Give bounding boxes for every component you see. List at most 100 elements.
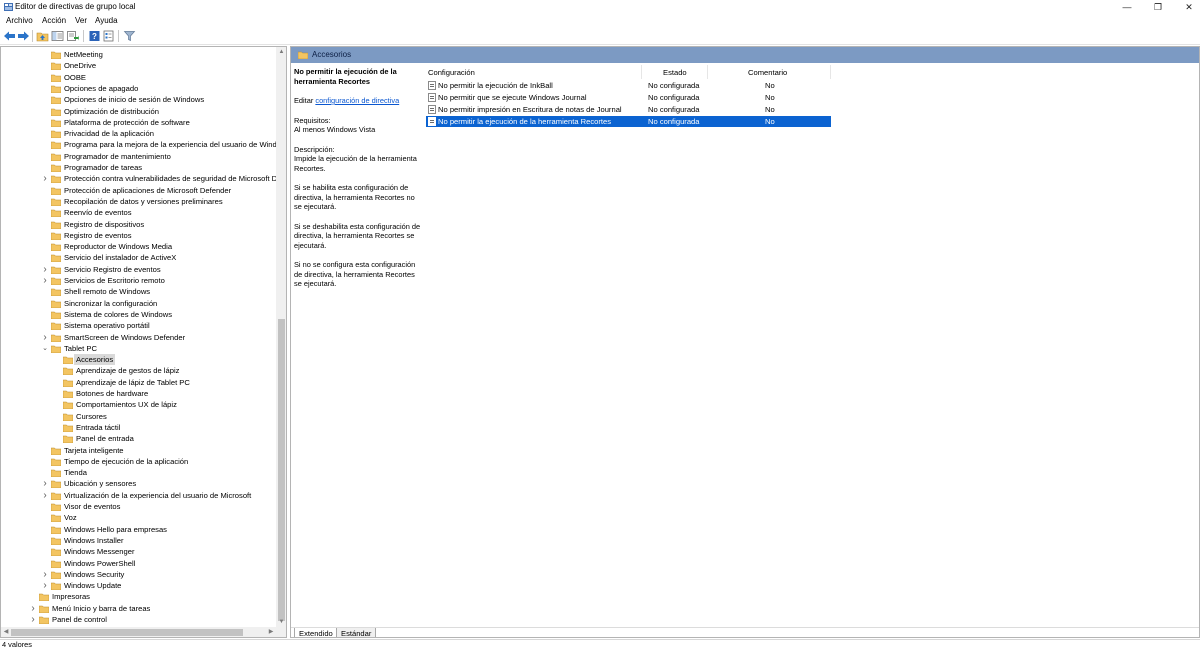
tree-pane[interactable]: NetMeeting OneDrive OOBE Opciones de apagad… [0,46,287,638]
policy-row[interactable]: No permitir impresión en Escritura de no… [426,104,831,115]
tree-item[interactable]: Programador de tareas [51,162,276,173]
tree-item[interactable]: Protección de aplicaciones de Microsoft … [51,185,276,196]
back-arrow-icon[interactable] [3,30,16,42]
column-header-comentario[interactable]: Comentario [748,67,787,78]
chevron-right-icon[interactable]: › [41,264,49,275]
filter-icon[interactable] [123,30,136,42]
menu-ayuda[interactable]: Ayuda [95,15,118,26]
tree-item[interactable]: Voz [51,512,276,523]
tree-item[interactable]: Windows Hello para empresas [51,524,276,535]
tree-item[interactable]: ⌄ Tablet PC [42,343,276,354]
column-divider[interactable] [830,65,831,79]
chevron-right-icon[interactable]: › [41,275,49,286]
folder-up-icon[interactable] [36,30,49,42]
scroll-down-arrow-icon[interactable]: ▼ [276,617,286,627]
tree-item[interactable]: › Menú Inicio y barra de tareas [31,603,276,614]
tree-item[interactable]: Visor de eventos [51,501,276,512]
chevron-right-icon[interactable]: › [41,173,49,184]
tree-item[interactable]: Opciones de apagado [51,83,276,94]
close-button[interactable]: ✕ [1172,0,1200,14]
chevron-right-icon[interactable]: › [41,490,49,501]
tree-item[interactable]: › Windows Update [43,580,276,591]
tree-item[interactable]: Tienda [51,467,276,478]
tree-item-selected[interactable]: Accesorios [63,354,276,366]
tree-item[interactable]: OneDrive [51,60,276,71]
tree-item[interactable]: › Virtualización de la experiencia del us… [43,490,276,501]
policy-row[interactable]: No permitir la ejecución de InkBall No c… [426,80,831,91]
show-hide-tree-icon[interactable] [51,30,64,42]
chevron-right-icon[interactable]: › [41,478,49,489]
tree-item[interactable]: Windows Installer [51,535,276,546]
tree-vertical-scrollbar[interactable]: ▲ ▼ [276,47,286,627]
tree-item[interactable]: NetMeeting [51,49,276,60]
chevron-right-icon[interactable]: › [41,569,49,580]
tree-item[interactable]: › SmartScreen de Windows Defender [43,332,276,343]
chevron-right-icon[interactable]: › [41,332,49,343]
menu-ver[interactable]: Ver [75,15,87,26]
export-list-icon[interactable] [66,30,79,42]
tab-extendido[interactable]: Extendido [294,628,338,637]
tree-item[interactable]: Impresoras [39,591,276,602]
maximize-button[interactable]: ❐ [1141,0,1175,14]
tree-item[interactable]: Registro de eventos [51,230,276,241]
tree-item[interactable]: Aprendizaje de lápiz de Tablet PC [63,377,276,388]
chevron-right-icon[interactable]: › [41,580,49,591]
chevron-down-icon[interactable]: ⌄ [41,343,49,354]
tree-item[interactable]: Recopilación de datos y versiones prelim… [51,196,276,207]
tree-horizontal-scrollbar[interactable]: ◀ ▶ [1,627,276,637]
tree-item[interactable]: Cursores [63,411,276,422]
minimize-button[interactable]: — [1110,0,1144,14]
tree-item[interactable]: Servicio del instalador de ActiveX [51,252,276,263]
tree-item[interactable]: Sistema de colores de Windows [51,309,276,320]
tree-item[interactable]: › Servicio Registro de eventos [43,264,276,275]
tree-item[interactable]: Botones de hardware [63,388,276,399]
tree-item[interactable]: › Panel de control [31,614,276,625]
chevron-right-icon[interactable]: › [29,603,37,614]
tree-item[interactable]: Registro de dispositivos [51,219,276,230]
tree-item[interactable]: Shell remoto de Windows [51,286,276,297]
menu-archivo[interactable]: Archivo [6,15,33,26]
tree-item[interactable]: Opciones de inicio de sesión de Windows [51,94,276,105]
tree-item[interactable]: Programa para la mejora de la experienci… [51,139,281,150]
tree-item[interactable]: Sistema operativo portátil [51,320,276,331]
tree-item[interactable]: Plataforma de protección de software [51,117,276,128]
tree-item[interactable]: Optimización de distribución [51,106,276,117]
edit-policy-link[interactable]: configuración de directiva [315,96,399,105]
tree-item[interactable]: Tiempo de ejecución de la aplicación [51,456,276,467]
tree-item[interactable]: Reproductor de Windows Media [51,241,276,252]
scroll-right-arrow-icon[interactable]: ▶ [266,627,276,637]
column-divider[interactable] [707,65,708,79]
properties-icon[interactable] [102,30,115,42]
tree-item[interactable]: › Ubicación y sensores [43,478,276,489]
tree-vertical-scroll-thumb[interactable] [278,319,285,621]
scroll-left-arrow-icon[interactable]: ◀ [1,627,11,637]
tree-item[interactable]: Privacidad de la aplicación [51,128,276,139]
tree-item[interactable]: › Windows Security [43,569,276,580]
column-divider[interactable] [641,65,642,79]
tree-item[interactable]: Aprendizaje de gestos de lápiz [63,365,276,376]
chevron-right-icon[interactable]: › [29,614,37,625]
policy-row[interactable]: No permitir que se ejecute Windows Journ… [426,92,831,103]
help-icon[interactable]: ? [88,30,101,42]
tree-item[interactable]: › Protección contra vulnerabilidades de s… [43,173,281,184]
tree-item[interactable]: Tarjeta inteligente [51,445,276,456]
column-header-configuracion[interactable]: Configuración [428,67,475,78]
forward-arrow-icon[interactable] [17,30,30,42]
tree-item[interactable]: › Servicios de Escritorio remoto [43,275,276,286]
tab-estandar[interactable]: Estándar [336,628,377,637]
tree-item[interactable]: Panel de entrada [63,433,276,444]
tree-item[interactable]: Sincronizar la configuración [51,298,276,309]
tree-item[interactable]: Programador de mantenimiento [51,151,276,162]
tree-item[interactable]: Entrada táctil [63,422,276,433]
policy-row-selected[interactable]: No permitir la ejecución de la herramien… [426,116,831,127]
menu-accion[interactable]: Acción [42,15,66,26]
tree-item[interactable]: Comportamientos UX de lápiz [63,399,276,410]
tree-item[interactable]: Windows PowerShell [51,558,276,569]
tree-item[interactable]: Windows Messenger [51,546,276,557]
scroll-up-arrow-icon[interactable]: ▲ [276,47,286,57]
tree-item-label: Protección de aplicaciones de Microsoft … [64,185,232,195]
tree-item[interactable]: Reenvío de eventos [51,207,276,218]
tree-item[interactable]: OOBE [51,72,276,83]
tree-horizontal-scroll-thumb[interactable] [11,629,243,636]
column-header-estado[interactable]: Estado [663,67,687,78]
